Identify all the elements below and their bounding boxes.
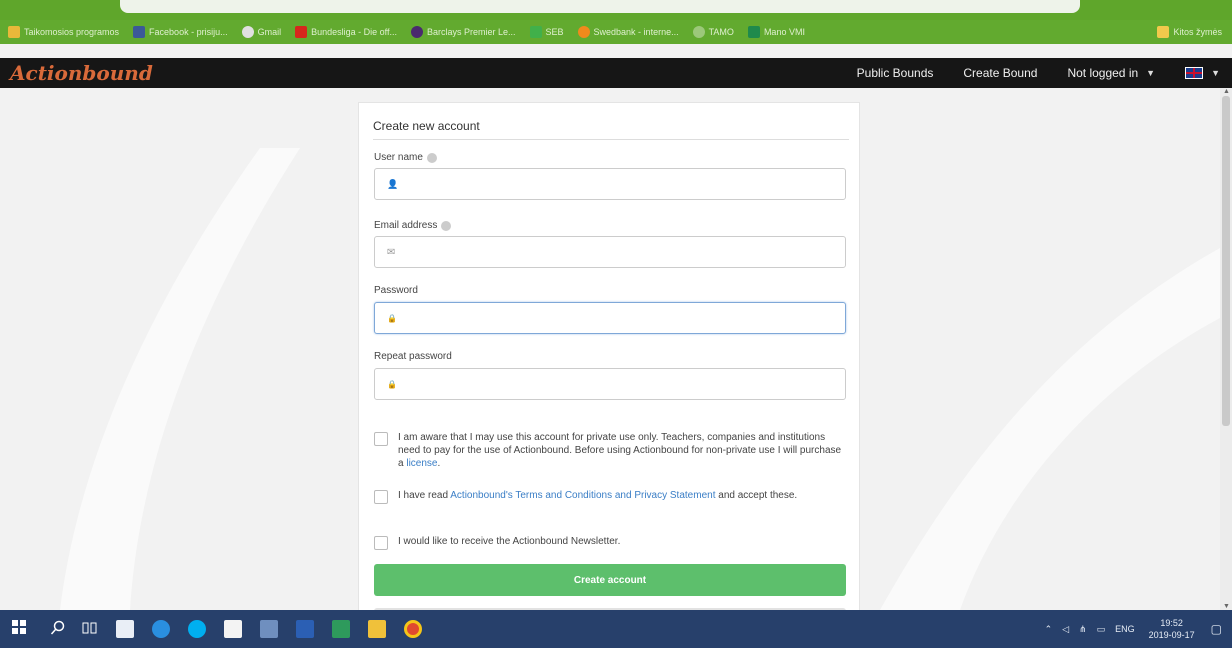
user-icon: 👤: [387, 178, 399, 189]
network-icon[interactable]: ⋔: [1079, 624, 1087, 635]
newsletter-checkbox[interactable]: [374, 536, 388, 550]
notifications-icon[interactable]: ▢: [1211, 622, 1222, 636]
store-icon[interactable]: [224, 620, 242, 638]
system-clock[interactable]: 19:52 2019-09-17: [1149, 617, 1195, 641]
clock-date: 2019-09-17: [1148, 630, 1195, 640]
language-indicator[interactable]: ENG: [1115, 624, 1135, 634]
username-input[interactable]: 👤: [374, 168, 846, 200]
uk-flag-icon: [1185, 67, 1204, 79]
media-player-icon[interactable]: [260, 620, 278, 638]
terms-text: I have read Actionbound's Terms and Cond…: [398, 490, 798, 501]
terms-agreement: I have read Actionbound's Terms and Cond…: [374, 489, 846, 504]
system-tray: ⌃ ◁ ⋔ ▭ ENG 19:52 2019-09-17 ▢: [1035, 610, 1222, 648]
bookmark-item[interactable]: TAMO: [692, 26, 734, 38]
volume-icon[interactable]: ◁: [1062, 624, 1069, 635]
repeat-password-input[interactable]: 🔒: [374, 368, 846, 400]
windows-taskbar: ⌃ ◁ ⋔ ▭ ENG 19:52 2019-09-17 ▢: [0, 610, 1232, 648]
email-label: Email address: [374, 220, 452, 231]
bookmark-item[interactable]: Gmail: [241, 26, 281, 38]
bookmarks-bar: Taikomosios programos Facebook - prisiju…: [0, 20, 1232, 44]
page-scrollbar[interactable]: ▲ ▼: [1220, 88, 1232, 610]
word-icon[interactable]: [296, 620, 314, 638]
skype-icon[interactable]: [188, 620, 206, 638]
vmi-icon: [747, 26, 760, 38]
newsletter-text: I would like to receive the Actionbound …: [398, 536, 621, 547]
bookmark-item[interactable]: Bundesliga - Die off...: [295, 26, 397, 38]
swedbank-icon: [577, 26, 590, 38]
apps-icon: [8, 26, 20, 38]
bundesliga-icon: [295, 26, 308, 38]
battery-icon[interactable]: ▭: [1097, 624, 1106, 635]
create-account-card: Create new account User name 👤 Email add…: [358, 102, 860, 622]
windows-start-icon[interactable]: [12, 620, 30, 638]
tamo-icon: [692, 26, 705, 38]
private-use-checkbox[interactable]: [374, 432, 388, 446]
info-icon[interactable]: [441, 220, 452, 231]
create-account-button[interactable]: Create account: [374, 564, 846, 596]
chevron-down-icon: ▼: [1211, 68, 1220, 78]
search-icon[interactable]: [50, 620, 68, 638]
repeat-password-label: Repeat password: [374, 351, 452, 362]
clock-time: 19:52: [1160, 618, 1183, 628]
bookmark-item[interactable]: Facebook - prisiju...: [133, 26, 228, 38]
premier-league-icon: [410, 26, 423, 38]
nav-login-dropdown[interactable]: Not logged in ▼: [1067, 66, 1155, 80]
chevron-down-icon: ▼: [1146, 68, 1156, 78]
chrome-icon[interactable]: [404, 620, 422, 638]
task-view-icon[interactable]: [82, 620, 100, 638]
login-status: Not logged in: [1067, 66, 1139, 80]
nav-create-bound[interactable]: Create Bound: [963, 66, 1037, 80]
private-use-text: I am aware that I may use this account f…: [398, 432, 842, 469]
scroll-up-arrow[interactable]: ▲: [1223, 88, 1230, 95]
newsletter-opt-in: I would like to receive the Actionbound …: [374, 535, 846, 550]
file-explorer-icon[interactable]: [368, 620, 386, 638]
terms-link[interactable]: Actionbound's Terms and Conditions and P…: [450, 490, 715, 501]
browser-tab-strip: [0, 0, 1232, 20]
form-title: Create new account: [373, 119, 480, 133]
private-use-agreement: I am aware that I may use this account f…: [374, 431, 846, 470]
seb-icon: [529, 26, 542, 38]
scrollbar-thumb[interactable]: [1222, 96, 1230, 426]
other-bookmarks[interactable]: Kitos žymės: [1157, 26, 1222, 38]
edge-browser-icon[interactable]: [152, 620, 170, 638]
envelope-icon: ✉: [387, 246, 396, 258]
password-input[interactable]: 🔒: [374, 302, 846, 334]
bookmark-item[interactable]: Swedbank - interne...: [577, 26, 679, 38]
folder-icon: [1157, 26, 1170, 38]
bookmark-item[interactable]: Mano VMI: [747, 26, 805, 38]
gmail-icon: [241, 26, 254, 38]
bookmark-item[interactable]: Taikomosios programos: [8, 26, 119, 38]
license-link[interactable]: license: [406, 458, 437, 469]
nav-public-bounds[interactable]: Public Bounds: [857, 66, 934, 80]
username-label: User name: [374, 152, 437, 163]
title-divider: [373, 139, 849, 140]
lock-icon: 🔒: [387, 313, 397, 323]
app-navbar: Actionbound Public Bounds Create Bound N…: [0, 58, 1232, 88]
language-dropdown[interactable]: ▼: [1185, 67, 1220, 79]
excel-icon[interactable]: [332, 620, 350, 638]
password-label: Password: [374, 285, 418, 296]
mail-icon[interactable]: [116, 620, 134, 638]
scroll-down-arrow[interactable]: ▼: [1223, 603, 1230, 610]
bookmark-item[interactable]: SEB: [529, 26, 564, 38]
lock-icon: 🔒: [387, 379, 397, 389]
email-input[interactable]: ✉: [374, 236, 846, 268]
actionbound-logo[interactable]: Actionbound: [10, 61, 153, 85]
address-bar[interactable]: [120, 0, 1080, 13]
terms-checkbox[interactable]: [374, 490, 388, 504]
bookmark-item[interactable]: Barclays Premier Le...: [410, 26, 516, 38]
info-icon[interactable]: [426, 152, 437, 163]
chevron-up-icon[interactable]: ⌃: [1045, 624, 1053, 635]
facebook-icon: [133, 26, 146, 38]
